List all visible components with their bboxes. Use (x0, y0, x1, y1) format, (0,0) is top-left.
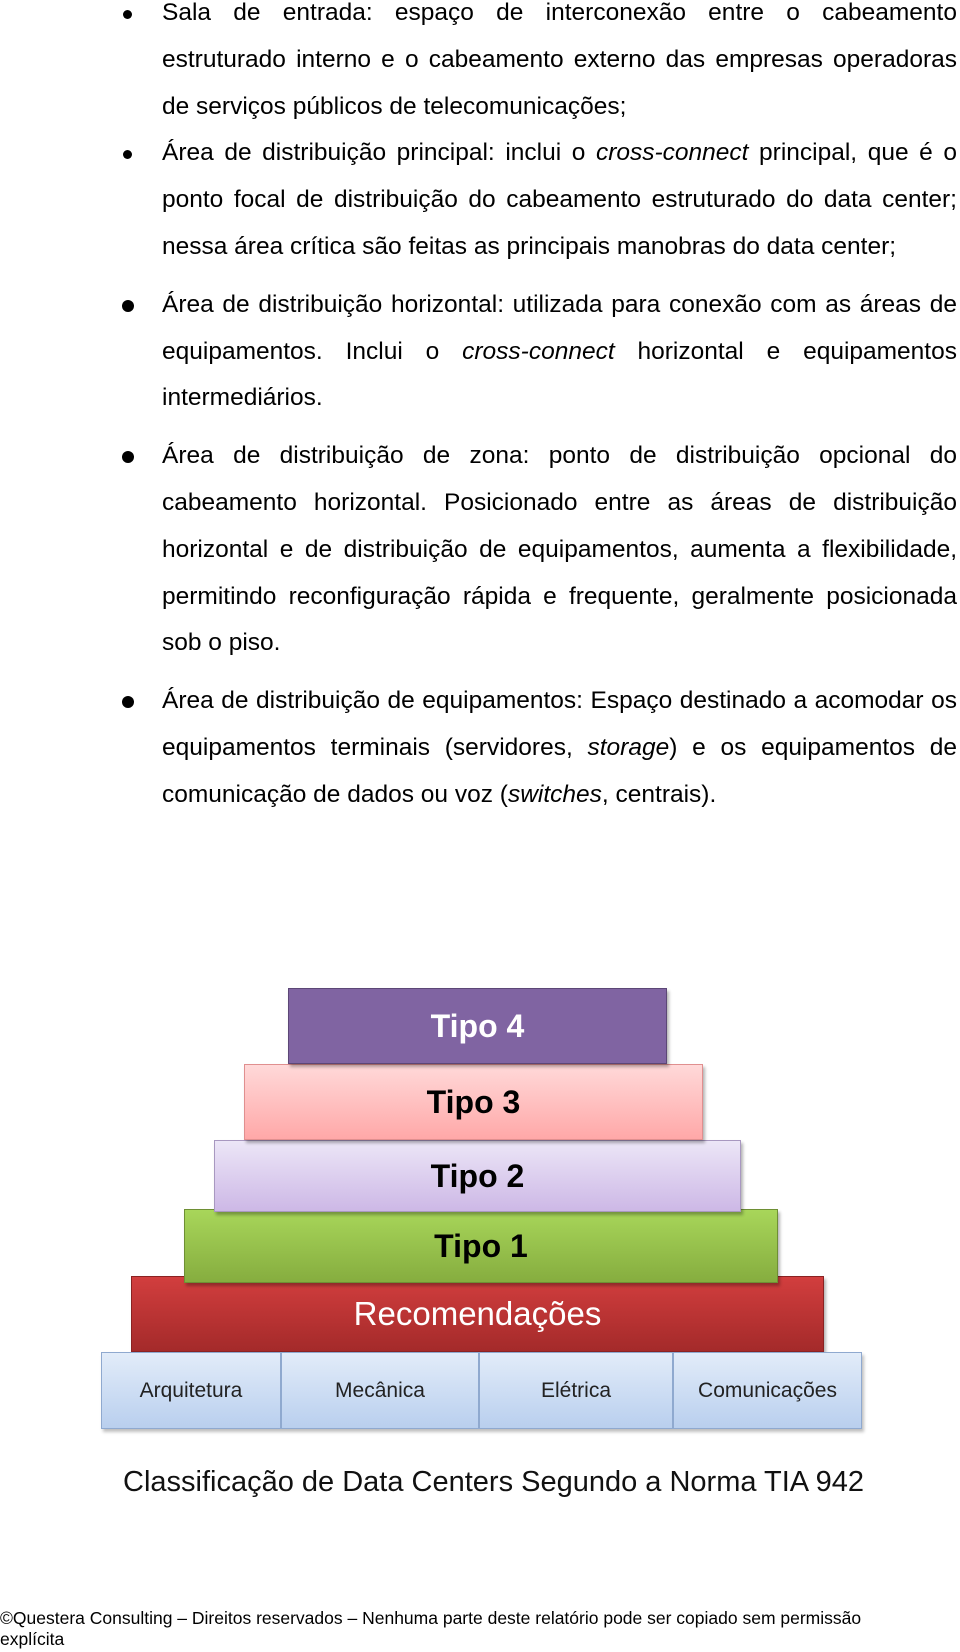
base-eletrica: Elétrica (479, 1352, 673, 1429)
bullet-icon (122, 451, 134, 464)
base-arquitetura: Arquitetura (101, 1352, 281, 1429)
item-text: Área de distribuição de zona: ponto de d… (162, 442, 957, 657)
item-italic: cross-connect (595, 139, 749, 167)
base-mecanica: Mecânica (281, 1352, 479, 1429)
bullet-icon (122, 696, 134, 709)
item-text: , centrais). (601, 780, 717, 808)
list-item: Área de distribuição horizontal: utiliza… (0, 282, 960, 422)
footer-copyright: ©Questera Consulting – Direitos reservad… (0, 1608, 862, 1649)
base-comunicacoes: Comunicações (673, 1352, 862, 1429)
item-italic: storage (587, 733, 670, 761)
tier-tipo-1: Tipo 1 (184, 1209, 778, 1283)
tier-recomendacoes: Recomendações (131, 1276, 824, 1352)
bullet-icon (123, 10, 132, 19)
list-item: Sala de entrada: espaço de interconexão … (0, 0, 960, 130)
bullet-list: Sala de entrada: espaço de interconexão … (0, 0, 960, 830)
figure-caption: Classificação de Data Centers Segundo a … (123, 1466, 864, 1498)
tier-tipo-4: Tipo 4 (288, 988, 667, 1064)
item-italic: cross-connect (462, 337, 615, 365)
item-text: Sala de entrada: espaço de interconexão … (162, 0, 957, 120)
item-italic: switches (507, 780, 602, 808)
list-item: Área de distribuição de equipamentos: Es… (0, 678, 960, 818)
tier-tipo-3: Tipo 3 (244, 1064, 703, 1140)
base-row: Arquitetura Mecânica Elétrica Comunicaçõ… (101, 1352, 862, 1429)
bullet-icon (123, 150, 132, 160)
list-item: Área de distribuição de zona: ponto de d… (0, 433, 960, 667)
list-item: Área de distribuição principal: inclui o… (0, 130, 960, 270)
tier-tipo-2: Tipo 2 (214, 1140, 741, 1212)
item-text: Área de distribuição principal: inclui o (162, 139, 596, 167)
bullet-icon (122, 299, 134, 312)
